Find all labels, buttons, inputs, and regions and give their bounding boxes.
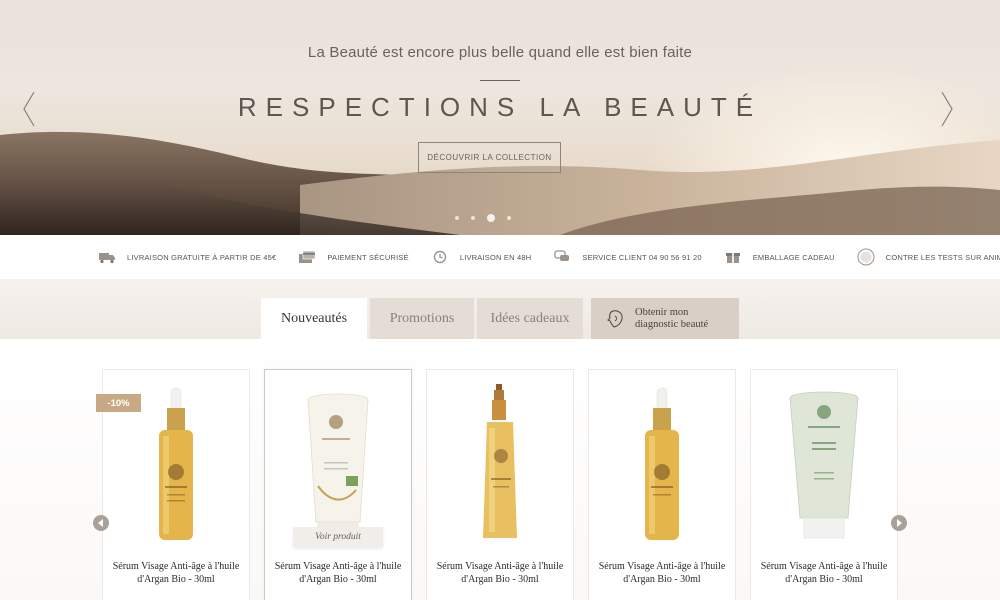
- product-card[interactable]: Sérum Visage Anti-âge à l'huile d'Argan …: [426, 369, 574, 600]
- carousel-next-button[interactable]: [891, 515, 907, 531]
- tab-new[interactable]: Nouveautés: [261, 298, 367, 339]
- feature-label: CONTRE LES TESTS SUR ANIMAUX: [885, 252, 1000, 262]
- tab-diagnostic-label: Obtenir mon diagnostic beauté: [635, 306, 709, 330]
- slider-dot[interactable]: [455, 216, 459, 220]
- chat-icon: [554, 250, 570, 261]
- hero-tagline: La Beauté est encore plus belle quand el…: [307, 44, 693, 61]
- serum-bottle-image: [645, 387, 679, 540]
- feature-free-delivery: LIVRAISON GRATUITE À PARTIR DE 45€: [98, 250, 276, 264]
- chevron-left-icon: [98, 519, 103, 527]
- slider-dots: [455, 214, 511, 222]
- product-image[interactable]: [265, 382, 411, 542]
- view-product-button[interactable]: Voir produit: [293, 527, 383, 547]
- chevron-left-icon[interactable]: [22, 90, 36, 128]
- product-carousel: Sérum Visage Anti-âge à l'huile d'Argan …: [0, 339, 1000, 600]
- hero-banner: La Beauté est encore plus belle quand el…: [0, 0, 1000, 235]
- feature-delivery-48h: LIVRAISON EN 48H: [431, 250, 532, 264]
- product-name[interactable]: Sérum Visage Anti-âge à l'huile d'Argan …: [751, 561, 897, 586]
- discount-badge: -10%: [96, 394, 141, 412]
- cruelty-free-badge-icon: [857, 248, 875, 266]
- chevron-right-icon: [897, 519, 902, 527]
- feature-label: SERVICE CLIENT 04 90 56 91 20: [582, 252, 702, 262]
- discover-collection-button[interactable]: DÉCOUVRIR LA COLLECTION: [418, 142, 561, 173]
- product-image[interactable]: [589, 382, 735, 542]
- feature-label: PAIEMENT SÉCURISÉ: [327, 252, 409, 262]
- card-icon: [299, 250, 316, 263]
- product-card[interactable]: Voir produit Sérum Visage Anti-âge à l'h…: [264, 369, 412, 600]
- cream-tube-image: [307, 393, 369, 541]
- product-name[interactable]: Sérum Visage Anti-âge à l'huile d'Argan …: [427, 561, 573, 586]
- slider-dot-active[interactable]: [487, 214, 495, 222]
- product-image[interactable]: [427, 382, 573, 542]
- product-name[interactable]: Sérum Visage Anti-âge à l'huile d'Argan …: [103, 561, 249, 586]
- product-name[interactable]: Sérum Visage Anti-âge à l'huile d'Argan …: [265, 561, 411, 586]
- truck-icon: [99, 253, 115, 264]
- feature-label: LIVRAISON GRATUITE À PARTIR DE 45€: [127, 252, 277, 262]
- feature-gift-wrap: EMBALLAGE CADEAU: [724, 250, 835, 264]
- feature-label: LIVRAISON EN 48H: [459, 252, 532, 262]
- slider-dot[interactable]: [507, 216, 511, 220]
- face-profile-icon: [607, 309, 623, 328]
- tab-gift-ideas[interactable]: Idées cadeaux: [477, 298, 583, 339]
- clock-icon: [433, 250, 447, 264]
- gift-icon: [725, 253, 740, 263]
- product-card[interactable]: Sérum Visage Anti-âge à l'huile d'Argan …: [588, 369, 736, 600]
- mask-tube-image: [789, 391, 859, 539]
- feature-secure-payment: PAIEMENT SÉCURISÉ: [298, 250, 409, 264]
- tab-beauty-diagnostic[interactable]: Obtenir mon diagnostic beauté: [591, 298, 739, 339]
- tab-promotions[interactable]: Promotions: [370, 298, 474, 339]
- carousel-prev-button[interactable]: [93, 515, 109, 531]
- product-tabs: Nouveautés Promotions Idées cadeaux Obte…: [0, 279, 1000, 339]
- hero-headline: RESPECTIONS LA BEAUTÉ: [237, 92, 763, 122]
- spray-bottle-image: [483, 384, 517, 538]
- product-card[interactable]: Sérum Visage Anti-âge à l'huile d'Argan …: [750, 369, 898, 600]
- product-image[interactable]: [751, 382, 897, 542]
- feature-no-animal-testing: CONTRE LES TESTS SUR ANIMAUX: [857, 248, 1000, 266]
- serum-bottle-image: [159, 387, 193, 540]
- feature-customer-service: SERVICE CLIENT 04 90 56 91 20: [553, 250, 702, 264]
- hero-divider: [480, 80, 520, 81]
- feature-label: EMBALLAGE CADEAU: [752, 252, 835, 262]
- product-name[interactable]: Sérum Visage Anti-âge à l'huile d'Argan …: [589, 561, 735, 586]
- features-bar: LIVRAISON GRATUITE À PARTIR DE 45€ PAIEM…: [0, 235, 1000, 279]
- slider-dot[interactable]: [471, 216, 475, 220]
- chevron-right-icon[interactable]: [940, 90, 954, 128]
